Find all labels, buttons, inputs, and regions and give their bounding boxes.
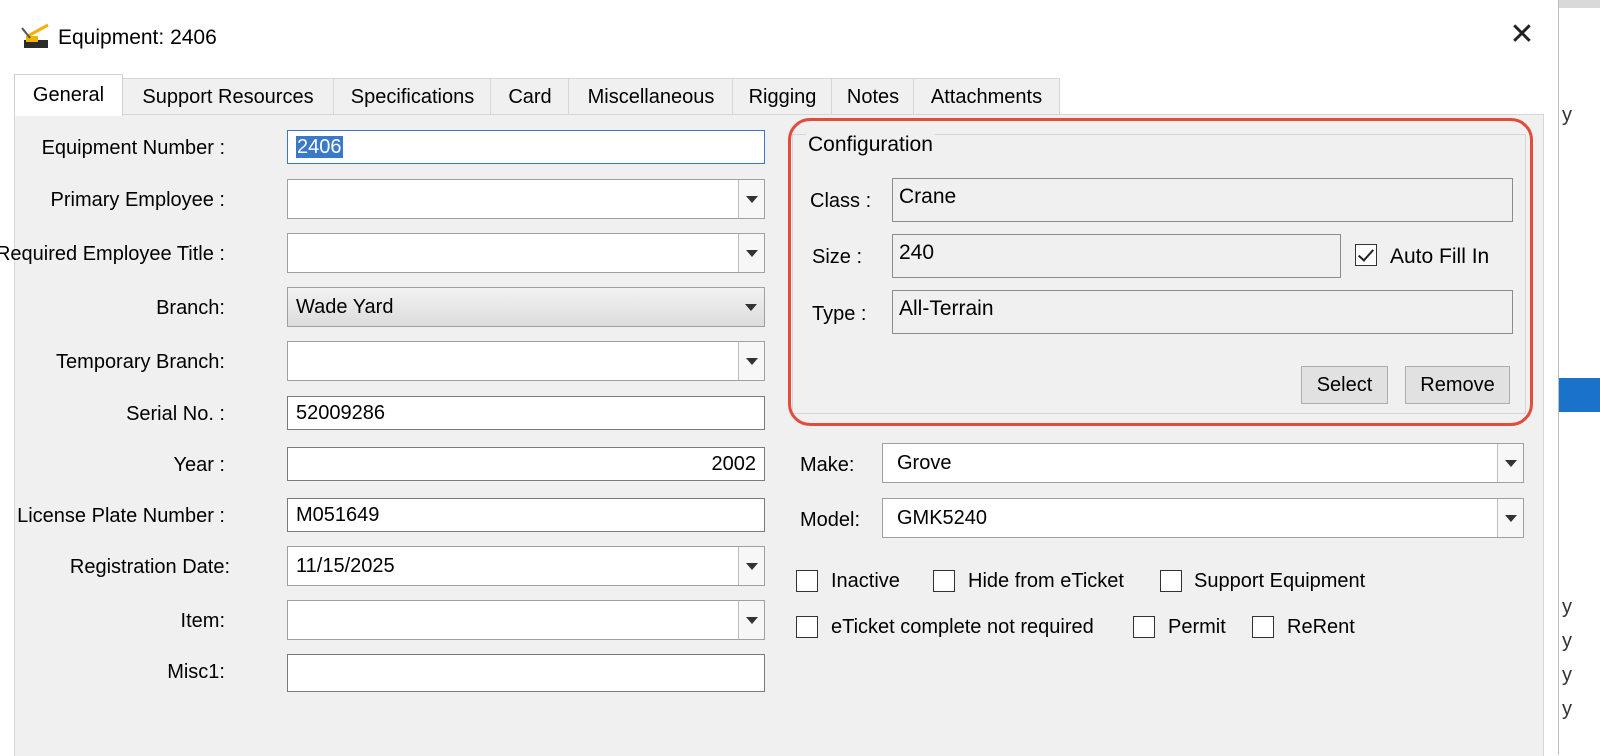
make-dropdown[interactable]: Grove <box>882 443 1524 483</box>
remove-button[interactable]: Remove <box>1405 366 1510 404</box>
tab-miscellaneous[interactable]: Miscellaneous <box>568 78 734 115</box>
window-title: Equipment: 2406 <box>58 26 217 49</box>
tab-attachments[interactable]: Attachments <box>913 78 1060 115</box>
tab-general[interactable]: General <box>14 74 123 116</box>
equipment-number-label: Equipment Number : <box>41 137 225 159</box>
support-equipment-checkbox[interactable] <box>1160 570 1182 592</box>
background-text: y <box>1562 630 1572 652</box>
serial-no-label: Serial No. : <box>126 403 225 425</box>
rerent-label[interactable]: ReRent <box>1287 616 1355 639</box>
required-employee-title-label: Required Employee Title : <box>0 243 225 265</box>
dropdown-button[interactable] <box>738 547 764 585</box>
tab-support-resources[interactable]: Support Resources <box>121 78 335 115</box>
make-value: Grove <box>897 452 952 474</box>
rerent-checkbox[interactable] <box>1252 616 1274 638</box>
chevron-down-icon <box>1505 460 1517 467</box>
branch-value: Wade Yard <box>296 296 394 318</box>
inactive-label[interactable]: Inactive <box>831 570 900 593</box>
chevron-down-icon <box>746 358 758 365</box>
size-field: 240 <box>892 234 1341 278</box>
chevron-down-icon <box>745 304 757 311</box>
dropdown-button[interactable] <box>738 342 764 380</box>
required-employee-title-dropdown[interactable] <box>287 233 765 273</box>
tab-notes[interactable]: Notes <box>831 78 915 115</box>
hide-from-eticket-label[interactable]: Hide from eTicket <box>968 570 1124 593</box>
primary-employee-dropdown[interactable] <box>287 179 765 219</box>
item-label: Item: <box>180 610 225 632</box>
auto-fill-checkbox[interactable] <box>1355 244 1377 266</box>
misc1-label: Misc1: <box>167 661 225 683</box>
temporary-branch-dropdown[interactable] <box>287 341 765 381</box>
inactive-checkbox[interactable] <box>796 570 818 592</box>
equipment-number-input[interactable]: 2406 <box>287 130 765 164</box>
type-label: Type : <box>812 303 867 325</box>
background-selection-bar <box>1558 378 1600 412</box>
temporary-branch-label: Temporary Branch: <box>56 351 225 373</box>
crane-app-icon <box>20 22 52 52</box>
chevron-down-icon <box>746 563 758 570</box>
tab-rigging[interactable]: Rigging <box>732 78 833 115</box>
primary-employee-label: Primary Employee : <box>50 189 226 211</box>
dropdown-button[interactable] <box>738 234 764 272</box>
auto-fill-label[interactable]: Auto Fill In <box>1390 245 1489 269</box>
class-field: Crane <box>892 178 1513 222</box>
background-text: y <box>1562 596 1572 618</box>
equipment-dialog: Equipment: 2406 ✕ General Support Resour… <box>0 0 1559 756</box>
chevron-down-icon <box>1505 515 1517 522</box>
dropdown-button[interactable] <box>1497 444 1523 482</box>
chevron-down-icon <box>746 196 758 203</box>
registration-date-picker[interactable]: 11/15/2025 <box>287 546 765 586</box>
serial-no-input[interactable]: 52009286 <box>287 396 765 430</box>
make-label: Make: <box>800 454 855 476</box>
background-text: y <box>1562 664 1572 686</box>
model-dropdown[interactable]: GMK5240 <box>882 498 1524 538</box>
model-label: Model: <box>800 509 861 531</box>
branch-dropdown[interactable]: Wade Yard <box>287 287 765 327</box>
chevron-down-icon <box>746 250 758 257</box>
item-dropdown[interactable] <box>287 600 765 640</box>
eticket-complete-label[interactable]: eTicket complete not required <box>831 616 1094 639</box>
dropdown-button[interactable] <box>738 601 764 639</box>
close-icon[interactable]: ✕ <box>1505 18 1539 52</box>
class-label: Class : <box>810 190 872 212</box>
background-text: y <box>1562 698 1572 720</box>
dropdown-button[interactable] <box>1497 499 1523 537</box>
dropdown-button[interactable] <box>738 288 764 326</box>
license-plate-input[interactable]: M051649 <box>287 498 765 532</box>
eticket-complete-checkbox[interactable] <box>796 616 818 638</box>
branch-label: Branch: <box>156 297 225 319</box>
tab-specifications[interactable]: Specifications <box>333 78 492 115</box>
chevron-down-icon <box>746 617 758 624</box>
tab-card[interactable]: Card <box>490 78 570 115</box>
year-label: Year : <box>173 454 225 476</box>
dropdown-button[interactable] <box>738 180 764 218</box>
permit-label[interactable]: Permit <box>1168 616 1226 639</box>
model-value: GMK5240 <box>897 507 988 529</box>
registration-date-label: Registration Date: <box>69 556 230 578</box>
equipment-number-value: 2406 <box>296 136 343 158</box>
select-button[interactable]: Select <box>1301 366 1388 404</box>
configuration-title: Configuration <box>806 133 935 157</box>
title-bar[interactable]: Equipment: 2406 ✕ <box>0 0 1558 72</box>
misc1-input[interactable] <box>287 654 765 692</box>
permit-checkbox[interactable] <box>1133 616 1155 638</box>
support-equipment-label[interactable]: Support Equipment <box>1194 570 1365 593</box>
size-label: Size : <box>812 246 863 268</box>
registration-date-value: 11/15/2025 <box>296 555 395 577</box>
background-text: y <box>1562 104 1572 126</box>
type-field: All-Terrain <box>892 290 1513 334</box>
year-input[interactable]: 2002 <box>287 447 765 481</box>
hide-from-eticket-checkbox[interactable] <box>933 570 955 592</box>
license-plate-label: License Plate Number : <box>17 505 225 527</box>
